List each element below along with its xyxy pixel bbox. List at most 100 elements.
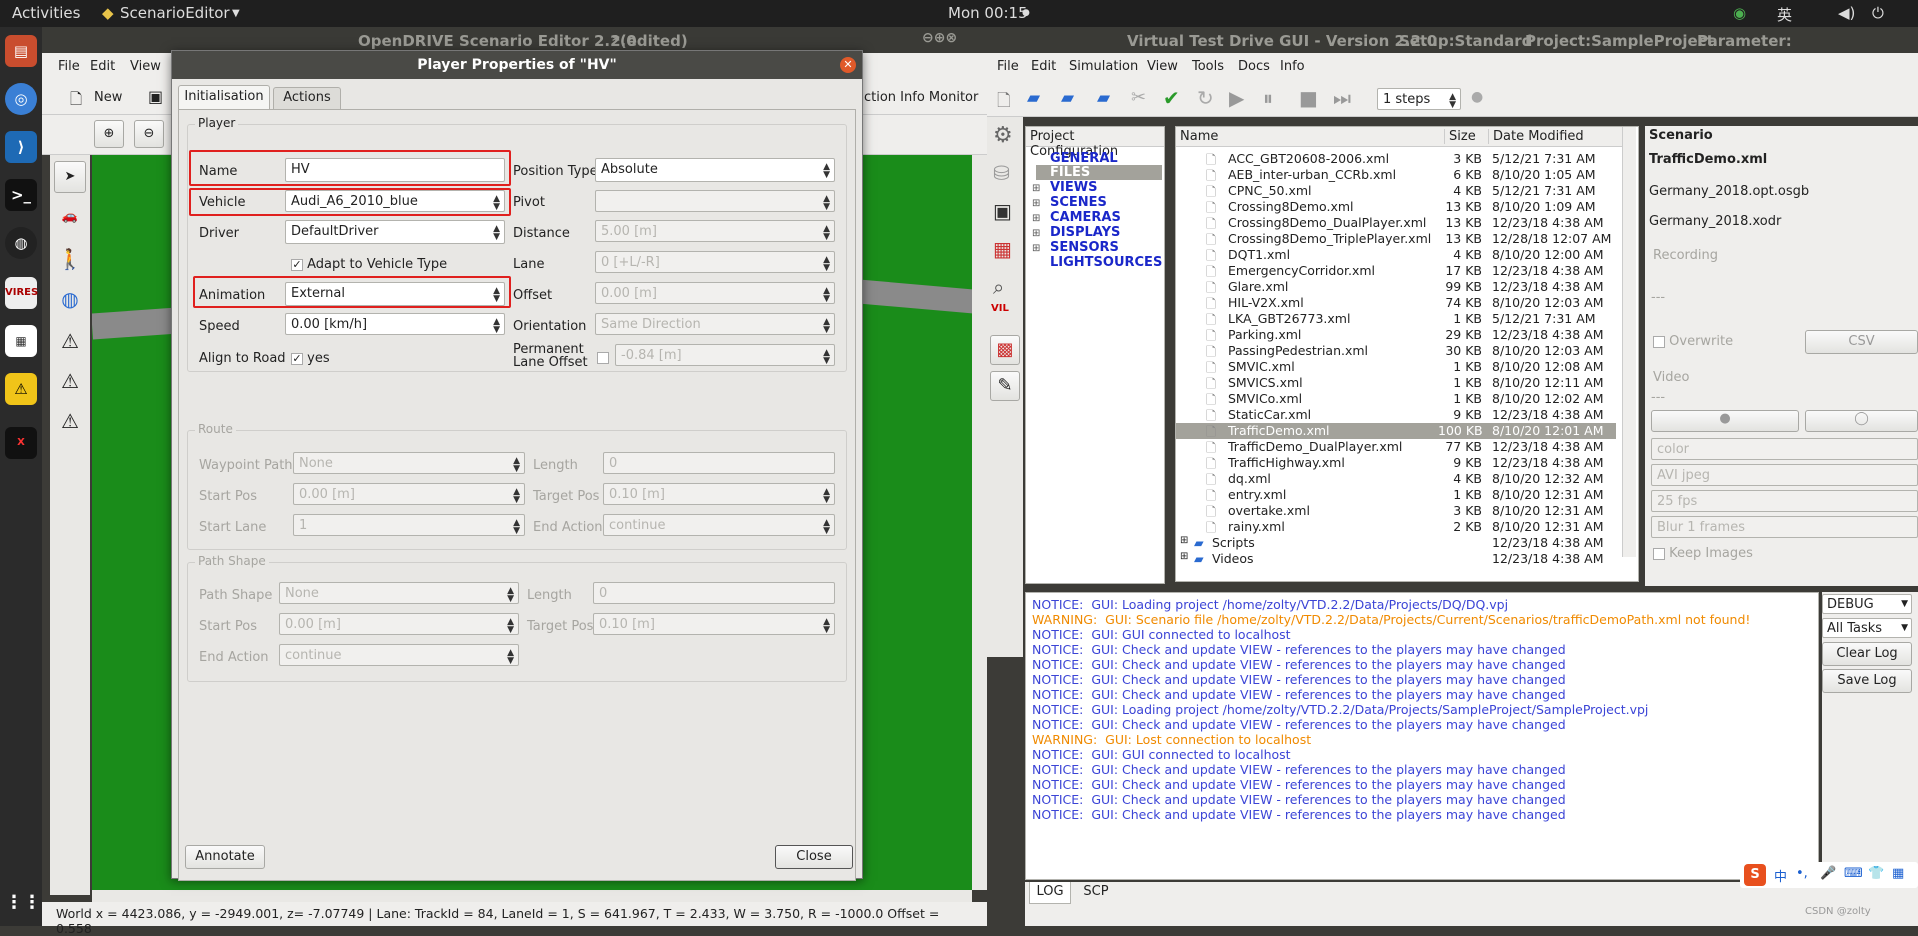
file-row[interactable]: 🗋 TrafficDemo.xml 100 KB 8/10/20 12:01 AM: [1176, 423, 1616, 439]
steps-spinner[interactable]: 1 steps ▲ ▼: [1377, 88, 1461, 110]
microphone-icon[interactable]: 🎤: [1820, 866, 1836, 881]
obs-icon[interactable]: ◍: [5, 227, 37, 259]
window-controls-icon[interactable]: ⊖⊕⊗: [922, 30, 957, 46]
tree-files[interactable]: FILES: [1050, 165, 1090, 180]
vtd-menu-simulation[interactable]: Simulation: [1069, 59, 1138, 74]
open-icon[interactable]: ▰: [1027, 88, 1040, 108]
file-row[interactable]: 🗋 Crossing8Demo_TriplePlayer.xml 13 KB 12/2…: [1176, 231, 1616, 247]
canvas-vscrollbar[interactable]: [972, 155, 987, 890]
file-row[interactable]: 🗋 SMVIC.xml 1 KB 8/10/20 12:08 AM: [1176, 359, 1616, 375]
file-row[interactable]: 🗋 HIL-V2X.xml 74 KB 8/10/20 12:03 AM: [1176, 295, 1616, 311]
file-row[interactable]: 🗋 dq.xml 4 KB 8/10/20 12:32 AM: [1176, 471, 1616, 487]
tree-cameras[interactable]: CAMERAS: [1050, 210, 1121, 225]
save-log-button[interactable]: Save Log: [1822, 669, 1912, 693]
file-row[interactable]: 🗋 entry.xml 1 KB 8/10/20 12:31 AM: [1176, 487, 1616, 503]
route-length-input[interactable]: 0: [603, 452, 835, 474]
vtd-menu-file[interactable]: File: [997, 59, 1019, 74]
skin-icon[interactable]: 👕: [1868, 866, 1884, 881]
align-road-checkbox[interactable]: ✓ yes: [291, 351, 330, 366]
vscode-icon[interactable]: ⟩: [5, 131, 37, 163]
folder-row[interactable]: ⊞ ▰ Videos 12/23/18 4:38 AM: [1176, 551, 1616, 567]
close-button[interactable]: Close: [775, 845, 853, 869]
file-row[interactable]: 🗋 PassingPedestrian.xml 30 KB 8/10/20 12:03…: [1176, 343, 1616, 359]
end-action-select[interactable]: continue ▲ ▼: [603, 514, 835, 536]
file-row[interactable]: 🗋 TrafficHighway.xml 9 KB 12/23/18 4:38 AM: [1176, 455, 1616, 471]
vtd-menu-edit[interactable]: Edit: [1031, 59, 1056, 74]
distance-input[interactable]: 5.00 [m] ▲ ▼: [595, 220, 835, 242]
warning-sign-icon[interactable]: ⚠: [54, 325, 86, 357]
camera-icon[interactable]: ▣: [993, 199, 1012, 223]
save-project-icon[interactable]: ▰: [1061, 88, 1074, 108]
blur-select[interactable]: Blur 1 frames: [1651, 516, 1918, 538]
driver-select[interactable]: DefaultDriver ▲ ▼: [285, 220, 505, 244]
permanent-offset-checkbox[interactable]: [597, 350, 609, 365]
tree-displays[interactable]: DISPLAYS: [1050, 225, 1120, 240]
edit-notes-icon[interactable]: ✎: [990, 371, 1020, 401]
step-icon[interactable]: ⏭: [1333, 86, 1351, 110]
codec-select[interactable]: AVI jpeg: [1651, 464, 1918, 486]
canvas-hscrollbar[interactable]: [92, 890, 972, 902]
punctuation-icon[interactable]: •,: [1796, 866, 1808, 881]
ps-target-pos-input[interactable]: 0.10 [m] ▲ ▼: [593, 613, 835, 635]
tree-scenes[interactable]: SCENES: [1050, 195, 1107, 210]
color-select[interactable]: color: [1651, 438, 1918, 460]
new-file-icon[interactable]: 🗋: [70, 89, 82, 114]
file-row[interactable]: 🗋 LKA_GBT26773.xml 1 KB 5/12/21 7:31 AM: [1176, 311, 1616, 327]
task-filter-select[interactable]: All Tasks ▼: [1822, 618, 1912, 638]
overwrite-checkbox[interactable]: Overwrite: [1653, 334, 1733, 349]
file-row[interactable]: 🗋 StaticCar.xml 9 KB 12/23/18 4:38 AM: [1176, 407, 1616, 423]
editor-menu-edit[interactable]: Edit: [90, 59, 115, 74]
action-info-monitor-tab[interactable]: ction Info Monitor: [864, 90, 978, 105]
vires-icon[interactable]: VIRES: [5, 277, 38, 309]
close-icon[interactable]: ✕: [840, 57, 856, 73]
new-button[interactable]: New: [94, 90, 122, 105]
tab-log[interactable]: LOG: [1029, 882, 1071, 904]
play-icon[interactable]: ▶: [1229, 86, 1244, 110]
chrome-icon[interactable]: ◎: [5, 83, 37, 115]
col-name[interactable]: Name: [1180, 129, 1218, 144]
tab-scp[interactable]: SCP: [1075, 882, 1117, 904]
refresh-icon[interactable]: ↻: [1197, 86, 1214, 110]
file-row[interactable]: 🗋 SMVICo.xml 1 KB 8/10/20 12:02 AM: [1176, 391, 1616, 407]
network-icon[interactable]: ⛁: [993, 161, 1010, 185]
keyboard-icon[interactable]: ⌨: [1844, 866, 1863, 881]
speed-input[interactable]: 0.00 [km/h] ▲ ▼: [285, 313, 505, 335]
power-icon[interactable]: ⏻: [1872, 4, 1884, 22]
col-size[interactable]: Size: [1444, 129, 1476, 144]
start-pos-input[interactable]: 0.00 [m] ▲ ▼: [293, 483, 525, 505]
file-row[interactable]: 🗋 SMVICS.xml 1 KB 8/10/20 12:11 AM: [1176, 375, 1616, 391]
file-row[interactable]: 🗋 EmergencyCorridor.xml 17 KB 12/23/18 4:38…: [1176, 263, 1616, 279]
inspect-icon[interactable]: ⌕: [993, 275, 1004, 299]
ime-mode-chinese[interactable]: 中: [1774, 866, 1787, 885]
globe-icon[interactable]: ◍: [54, 283, 86, 315]
log-level-select[interactable]: DEBUG ▼: [1822, 594, 1912, 614]
lane-input[interactable]: 0 [+L/-R] ▲ ▼: [595, 251, 835, 273]
editor-menu-file[interactable]: File: [58, 59, 80, 74]
position-type-select[interactable]: Absolute ▲ ▼: [595, 158, 835, 182]
road-curve-sign-icon[interactable]: ⚠: [54, 405, 86, 437]
editor-menu-view[interactable]: View: [130, 59, 161, 74]
pause-icon[interactable]: ⏸: [1263, 86, 1273, 110]
tab-initialisation[interactable]: Initialisation: [178, 85, 270, 109]
tab-actions[interactable]: Actions: [273, 87, 341, 109]
pedestrian-icon[interactable]: 🚶: [54, 243, 86, 275]
path-shape-select[interactable]: None ▲ ▼: [279, 582, 519, 604]
modules-icon[interactable]: ▩: [990, 335, 1020, 365]
keep-images-checkbox[interactable]: Keep Images: [1653, 546, 1753, 561]
start-lane-input[interactable]: 1 ▲ ▼: [293, 514, 525, 536]
vehicle-icon[interactable]: 🚗: [54, 201, 86, 233]
file-row[interactable]: 🗋 Parking.xml 29 KB 12/23/18 4:38 AM: [1176, 327, 1616, 343]
toolbox-icon[interactable]: ▦: [1892, 866, 1904, 881]
fps-select[interactable]: 25 fps: [1651, 490, 1918, 512]
target-pos-input[interactable]: 0.10 [m] ▲ ▼: [603, 483, 835, 505]
file-row[interactable]: 🗋 Crossing8Demo_DualPlayer.xml 13 KB 12/23/…: [1176, 215, 1616, 231]
pivot-select[interactable]: ▲ ▼: [595, 190, 835, 212]
vtd-menu-info[interactable]: Info: [1280, 59, 1305, 74]
save-icon[interactable]: ▣: [148, 87, 163, 106]
permanent-offset-input[interactable]: -0.84 [m] ▲ ▼: [615, 344, 835, 366]
stop-icon[interactable]: ■: [1299, 86, 1318, 110]
vtd-menu-docs[interactable]: Docs: [1238, 59, 1270, 74]
chrome-tray-icon[interactable]: ◉: [1733, 4, 1746, 22]
road-junction-sign-icon[interactable]: ⚠: [54, 365, 86, 397]
orientation-select[interactable]: Same Direction ▲ ▼: [595, 313, 835, 335]
